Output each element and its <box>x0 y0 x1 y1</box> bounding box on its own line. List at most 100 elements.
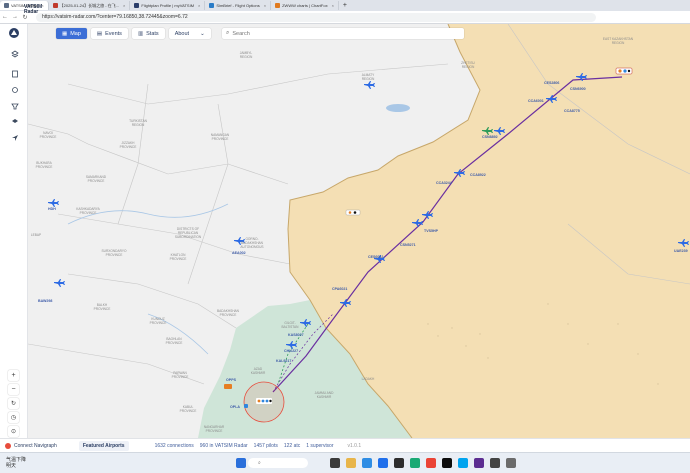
region-label: KASHMIR <box>317 395 332 399</box>
region-label: KASHMIR <box>251 371 266 375</box>
callsign-label: OPPS <box>226 378 237 382</box>
app-icon[interactable] <box>410 458 420 468</box>
connections-count: 1632 connections <box>154 442 194 449</box>
map-icon: ▦ <box>62 30 68 37</box>
back-icon[interactable]: ← <box>0 14 10 20</box>
region-label: PROVINCE <box>88 179 105 183</box>
start-icon[interactable] <box>236 458 246 468</box>
weather-icon[interactable] <box>9 84 20 95</box>
region-label: REGION <box>132 123 145 127</box>
app-icon[interactable] <box>378 458 388 468</box>
airport-kashgar <box>345 209 361 216</box>
nav-label: About <box>174 30 190 37</box>
lake <box>386 104 410 112</box>
close-icon[interactable]: × <box>198 3 200 8</box>
radar-map[interactable]: JAMBYLREGION ALMATYREGION TURKISTANREGIO… <box>28 24 690 438</box>
tab-simbrief[interactable]: SimBrief - Flight Options × <box>205 1 272 10</box>
region-label: AUTONOMOUS <box>240 245 263 249</box>
weather-widget[interactable]: 气温下降 明天 <box>6 457 26 469</box>
connect-navigraph-button[interactable]: Connect Navigraph <box>0 442 62 449</box>
callsign-label: BAW298 <box>38 299 52 303</box>
featured-label: Featured Airports <box>78 440 129 451</box>
region-label: REGION <box>612 41 625 45</box>
tab-chartfox[interactable]: ZWWW charts | ChartFox × <box>271 1 339 10</box>
pilots-count: 1457 pilots <box>253 442 278 449</box>
airport-opla <box>244 404 248 408</box>
callsign-label: CCA8775 <box>564 109 580 113</box>
stack-icon[interactable] <box>9 116 20 127</box>
vatsim-radar-logo <box>9 28 19 38</box>
app-icon[interactable] <box>394 458 404 468</box>
new-tab-button[interactable]: + <box>339 1 351 10</box>
region-label: PROVINCE <box>212 137 229 141</box>
callsign-label: CSN6900 <box>570 87 586 91</box>
airport-opis <box>256 398 272 404</box>
taskbar-search[interactable]: ⌕ <box>248 458 308 468</box>
app-icon[interactable] <box>490 458 500 468</box>
callsign-label: HDH <box>48 207 56 211</box>
region-label: LEBAP <box>31 233 41 237</box>
atc-count: 122 atc <box>283 442 301 449</box>
layers-icon[interactable] <box>9 48 20 59</box>
close-icon[interactable]: × <box>332 3 334 8</box>
region-label: PROVINCE <box>220 313 237 317</box>
app-brand: VATSIM Radar <box>24 5 42 15</box>
app-icon[interactable] <box>506 458 516 468</box>
zoom-out-button[interactable]: − <box>8 384 19 395</box>
nav-about-dropdown[interactable]: About ⌄ <box>168 28 211 39</box>
file-explorer-icon[interactable] <box>346 458 356 468</box>
callsign-label: TVS5HP <box>424 229 439 233</box>
region-label: PROVINCE <box>150 321 167 325</box>
callsign-label: CPA6021 <box>332 287 347 291</box>
callsign-label: UAE239 <box>674 249 688 253</box>
bookmark-icon[interactable] <box>9 68 20 79</box>
airport-opps <box>224 384 232 389</box>
nav-events-button[interactable]: ▤ Events <box>90 28 128 39</box>
featured-airports-button[interactable]: Featured Airports <box>74 440 134 451</box>
filter-icon[interactable] <box>9 100 20 111</box>
region-label: PROVINCE <box>206 429 223 433</box>
close-icon[interactable]: × <box>123 3 125 8</box>
connect-label: Connect Navigraph <box>14 442 57 449</box>
close-icon[interactable]: × <box>264 3 266 8</box>
url-field[interactable]: https://vatsim-radar.com/?center=79.1685… <box>36 12 596 22</box>
region-label: PROVINCE <box>80 211 97 215</box>
radar-count: 960 in VATSIM Radar <box>199 442 248 449</box>
callsign-label: CSN8892 <box>482 135 498 139</box>
nav-stats-button[interactable]: ▥ Stats <box>131 28 165 39</box>
compass-icon[interactable]: ⊙ <box>8 426 19 437</box>
chrome-icon[interactable] <box>426 458 436 468</box>
search-icon: ⌕ <box>226 30 230 36</box>
search-box[interactable]: ⌕ <box>222 28 464 39</box>
history-icon[interactable]: ◷ <box>8 412 19 423</box>
zoom-in-button[interactable]: + <box>8 370 19 381</box>
region-label: LADAKH <box>362 377 375 381</box>
app-sidebar <box>0 24 28 462</box>
app-icon[interactable] <box>442 458 452 468</box>
forward-icon[interactable]: → <box>10 14 20 20</box>
task-view-icon[interactable] <box>330 458 340 468</box>
callsign-label: CSN5271 <box>400 243 416 247</box>
app-icon[interactable] <box>458 458 468 468</box>
tab-label: SimBrief - Flight Options <box>216 3 260 8</box>
callsign-label: CHI6227 <box>284 349 298 353</box>
brand-line2: Radar <box>24 9 39 15</box>
top-navigation: ▦ Map ▤ Events ▥ Stats About ⌄ <box>56 28 211 41</box>
url-text: https://vatsim-radar.com/?center=79.1685… <box>42 14 188 20</box>
app-icon[interactable] <box>474 458 484 468</box>
edge-icon[interactable] <box>362 458 372 468</box>
region-label: PROVINCE <box>40 135 57 139</box>
callsign-label: KAL9217 <box>276 359 291 363</box>
callsign-label: CCA8922 <box>470 173 486 177</box>
navigation-icon[interactable] <box>9 132 20 143</box>
nav-label: Map <box>70 30 81 37</box>
tab-flightplan[interactable]: Flightplan Profile | myVATSIM × <box>130 1 206 10</box>
search-input[interactable] <box>232 30 433 37</box>
weather-line2: 明天 <box>6 463 17 469</box>
tab-forum[interactable]: 【2025-01-24】长城之旅 - 在飞... × <box>49 1 131 10</box>
region-label: REGION <box>240 55 253 59</box>
region-label: PROVINCE <box>172 375 189 379</box>
rotate-icon[interactable]: ↻ <box>8 398 19 409</box>
stats-icon: ▥ <box>137 30 144 37</box>
nav-map-button[interactable]: ▦ Map <box>56 28 87 39</box>
